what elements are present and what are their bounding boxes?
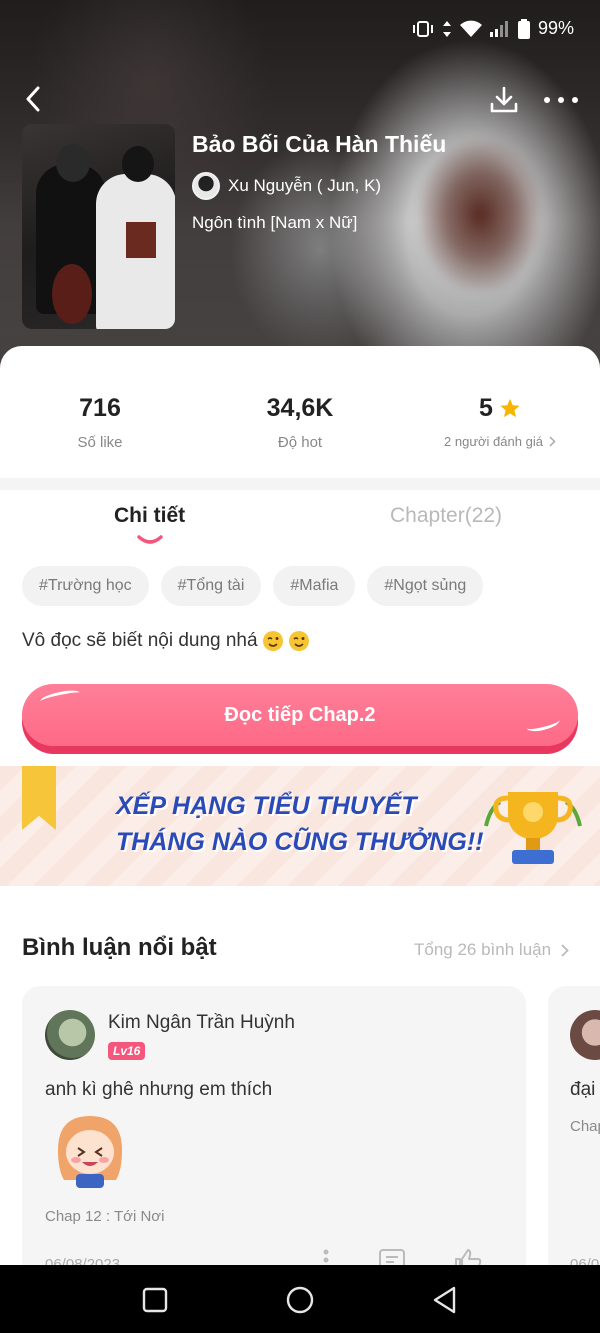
rating-label: 2 người đánh giá (444, 434, 543, 449)
chevron-right-icon (561, 943, 569, 957)
comment-user-name[interactable]: Kim Ngân Trần Huỳnh (108, 1012, 295, 1034)
stat-rating[interactable]: 5 2 người đánh giá (400, 388, 600, 449)
stats-row: 716 Số like 34,6K Độ hot 5 2 người đánh … (0, 388, 600, 468)
comment-chapter[interactable]: Chap 12 : Tới Nơi (45, 1208, 164, 1225)
avatar[interactable] (45, 1010, 95, 1060)
back-triangle-icon[interactable] (428, 1283, 462, 1317)
stat-likes: 716 Số like (0, 388, 200, 452)
home-circle-icon[interactable] (283, 1283, 317, 1317)
stat-hot: 34,6K Độ hot (200, 388, 400, 452)
story-title: Bảo Bối Của Hàn Thiếu (192, 131, 447, 157)
likes-label: Số like (77, 434, 123, 451)
tag-item[interactable]: #Ngọt sủng (367, 566, 484, 606)
rating-value-row: 5 (400, 388, 600, 428)
wink-emoji-icon (288, 631, 309, 651)
tab-chapters[interactable]: Chapter(22) (390, 504, 502, 528)
banner-line-2: THÁNG NÀO CŨNG THƯỞNG!! (116, 828, 484, 856)
battery-icon (517, 18, 530, 39)
tab-details[interactable]: Chi tiết (114, 504, 185, 528)
likes-value: 716 (79, 393, 121, 422)
comment-text: đại (570, 1079, 596, 1100)
section-divider (0, 478, 600, 490)
rating-label-row: 2 người đánh giá (400, 434, 600, 449)
back-button[interactable] (18, 84, 48, 114)
status-bar: 99% (412, 18, 574, 39)
author-row[interactable]: Xu Nguyễn ( Jun, K) (192, 172, 381, 200)
data-arrows-icon (442, 20, 451, 37)
recent-apps-square-icon[interactable] (138, 1283, 172, 1317)
system-navigation-bar (0, 1265, 600, 1333)
anime-sticker-image (58, 1116, 122, 1188)
banner-line-1: XẾP HẠNG TIỂU THUYẾT (116, 792, 417, 820)
tag-list: #Trường học #Tổng tài #Mafia #Ngọt sủng (22, 566, 484, 606)
hot-label: Độ hot (277, 434, 323, 451)
trophy-icon (484, 792, 582, 864)
comment-card[interactable]: đại Chap 06/0 (548, 986, 600, 1286)
chevron-right-icon (549, 436, 556, 447)
wifi-icon (459, 20, 482, 37)
comments-total-link[interactable]: Tổng 26 bình luận (414, 940, 569, 960)
more-options-button[interactable] (544, 88, 578, 112)
comment-chapter[interactable]: Chap (570, 1118, 600, 1135)
author-avatar (192, 172, 220, 200)
download-button[interactable] (488, 84, 520, 116)
bookmark-ribbon-icon (22, 766, 56, 830)
avatar[interactable] (570, 1010, 600, 1060)
star-icon (500, 398, 520, 418)
download-icon (490, 86, 518, 113)
story-cover-image (22, 124, 175, 329)
comment-card[interactable]: Kim Ngân Trần Huỳnh Lv16 anh kì ghê nhưn… (22, 986, 526, 1286)
vibrate-icon (412, 20, 433, 37)
description-text: Vô đọc sẽ biết nội dung nhá (22, 630, 258, 651)
continue-reading-button[interactable]: Đọc tiếp Chap.2 (22, 684, 578, 754)
author-name: Xu Nguyễn ( Jun, K) (228, 176, 382, 195)
comments-section-title: Bình luận nổi bật (22, 934, 217, 961)
comment-text: anh kì ghê nhưng em thích (45, 1079, 273, 1100)
more-dots-icon (544, 97, 550, 103)
chevron-left-icon (26, 86, 40, 112)
continue-reading-label: Đọc tiếp Chap.2 (22, 684, 578, 746)
level-badge: Lv16 (108, 1042, 146, 1060)
tag-item[interactable]: #Trường học (22, 566, 149, 606)
hot-value: 34,6K (266, 393, 334, 422)
tab-bar: Chi tiết Chapter(22) (0, 492, 600, 552)
story-genre: Ngôn tình [Nam x Nữ] (192, 213, 358, 232)
battery-level: 99% (537, 18, 574, 38)
wink-emoji-icon (262, 631, 283, 651)
active-tab-indicator (137, 535, 163, 544)
tag-item[interactable]: #Tổng tài (160, 566, 262, 606)
tag-item[interactable]: #Mafia (273, 566, 356, 606)
rating-value: 5 (479, 393, 493, 422)
comments-total-label: Tổng 26 bình luận (414, 940, 552, 959)
story-description: Vô đọc sẽ biết nội dung nhá (22, 630, 310, 652)
signal-icon (489, 20, 508, 37)
